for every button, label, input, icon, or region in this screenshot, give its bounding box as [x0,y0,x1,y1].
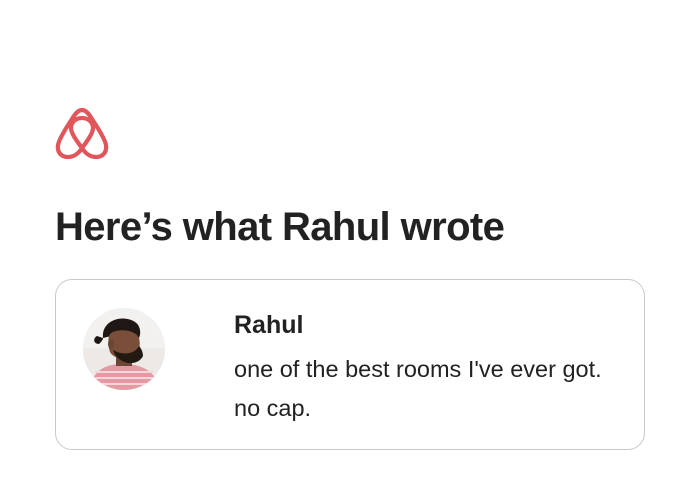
review-text: one of the best rooms I've ever got. no … [234,356,602,421]
reviewer-avatar[interactable] [83,308,165,390]
avatar-image [83,308,165,390]
page-title: Here’s what Rahul wrote [55,205,505,249]
airbnb-logo-icon [54,106,110,164]
reviewer-name: Rahul [234,311,304,339]
review-card: Rahul one of the best rooms I've ever go… [55,279,645,450]
